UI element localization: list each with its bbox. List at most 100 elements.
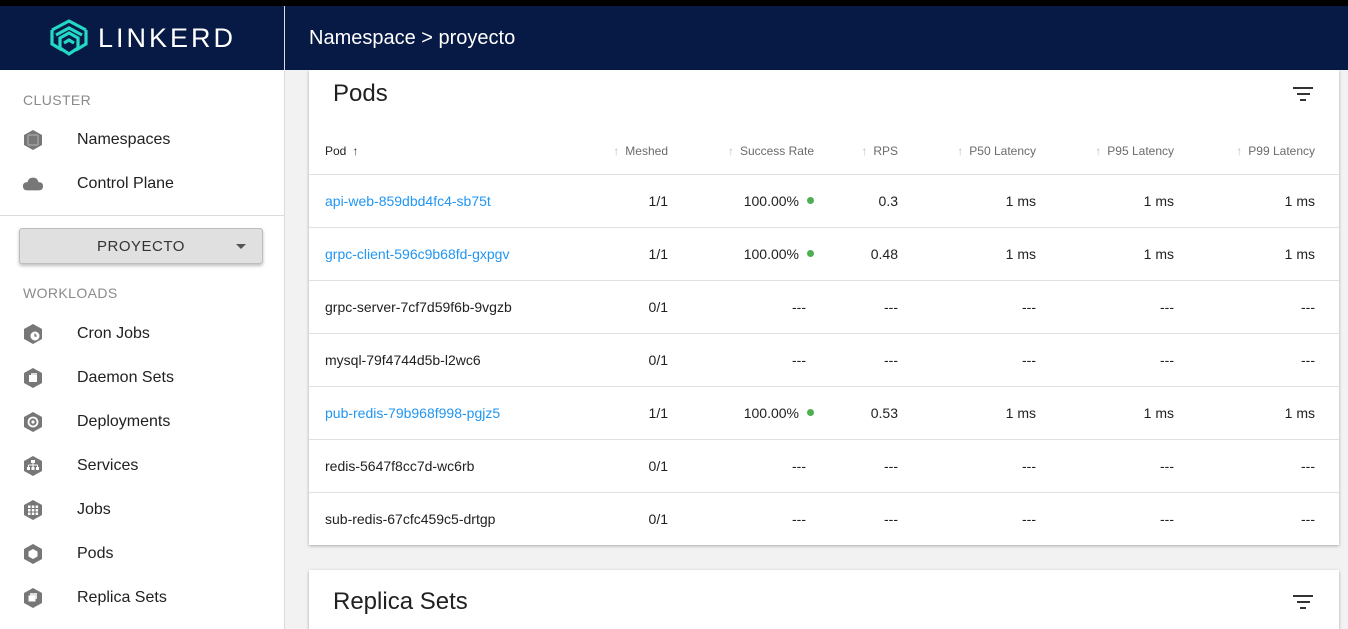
breadcrumb: Namespace > proyecto [309,26,516,49]
meshed-cell: 0/1 [599,280,692,334]
status-ok-dot-icon [807,250,814,258]
column-header-success-rate[interactable]: ↑ Success Rate [692,128,838,175]
replica-sets-icon [22,587,44,609]
namespaces-icon [22,129,44,151]
cluster-section-label: CLUSTER [23,92,92,108]
meshed-cell: 1/1 [599,227,692,281]
p99-latency-cell: --- [1198,333,1339,387]
p99-latency-cell: 1 ms [1198,227,1339,281]
pod-name-cell: sub-redis-67cfc459c5-drtgp [309,492,599,545]
sidebar-item-pods[interactable]: Pods [0,532,284,576]
success-rate-cell: --- [692,439,838,493]
sort-arrow-up-icon: ↑ [727,143,734,158]
services-icon [22,455,44,477]
p99-latency-cell: --- [1301,510,1315,527]
rps-cell: 0.3 [838,174,922,228]
sidebar-item-label: Cron Jobs [77,325,150,342]
filter-icon[interactable] [1293,87,1313,101]
p50-latency-cell: 1 ms [922,174,1060,228]
success-rate-cell: 100.00% [692,174,838,228]
filter-icon[interactable] [1293,595,1313,609]
column-header-pod[interactable]: Pod ↑ [309,128,599,175]
sidebar-item-label: Replica Sets [77,589,167,606]
sort-arrow-up-icon: ↑ [1236,143,1243,158]
pod-name: mysql-79f4744d5b-l2wc6 [325,351,481,368]
success-rate-cell: --- [792,510,806,527]
pod-name-cell: grpc-client-596c9b68fd-gxpgv [309,227,599,281]
pod-link[interactable]: pub-redis-79b968f998-pgjz5 [325,405,500,421]
sidebar-item-label: Deployments [77,413,171,430]
pods-icon [22,543,44,565]
column-header-p50-latency[interactable]: ↑ P50 Latency [922,128,1060,175]
meshed-cell: 1/1 [599,386,692,440]
success-rate-cell: 100.00% [692,227,838,281]
rps-cell: --- [884,510,898,527]
column-header-meshed[interactable]: ↑ Meshed [599,128,692,175]
pods-title: Pods [333,80,388,107]
p50-latency-cell: 1 ms [922,386,1060,440]
pod-link[interactable]: grpc-client-596c9b68fd-gxpgv [325,246,509,262]
sidebar-item-jobs[interactable]: Jobs [0,488,284,532]
sidebar: LINKERD CLUSTER Namespaces Control Plane… [0,6,285,629]
cron-jobs-icon [22,323,44,345]
rps-cell: --- [838,439,922,493]
namespace-select-value: PROYECTO [97,237,185,255]
p95-latency-cell: --- [1060,280,1198,334]
meshed-cell: 0/1 [599,439,692,493]
sidebar-item-namespaces[interactable]: Namespaces [0,118,284,162]
table-header-row: Pod ↑ ↑ Meshed ↑ Success Rate ↑ RPS ↑ P50 Lat… [309,128,1339,175]
daemon-sets-icon [22,367,44,389]
p95-latency-cell: 1 ms [1060,386,1198,440]
pod-name: grpc-server-7cf7d59f6b-9vgzb [325,298,512,315]
status-ok-dot-icon [807,197,814,205]
status-ok-dot-icon [807,409,814,417]
sidebar-item-label: Jobs [77,501,111,518]
p95-latency-cell: --- [1060,333,1198,387]
p95-latency-cell: 1 ms [1060,174,1198,228]
jobs-icon [22,499,44,521]
sort-arrow-up-icon: ↑ [352,143,359,158]
sidebar-item-cron-jobs[interactable]: Cron Jobs [0,312,284,356]
sort-arrow-up-icon: ↑ [613,143,620,158]
success-rate-cell: 100.00% [692,386,838,440]
brand[interactable]: LINKERD [0,6,284,70]
p99-latency-cell: --- [1198,280,1339,334]
p99-latency-cell: 1 ms [1198,174,1339,228]
p50-latency-cell: --- [922,333,1060,387]
success-rate-cell: --- [692,280,838,334]
workloads-section-label: WORKLOADS [23,285,118,301]
pod-name-cell: grpc-server-7cf7d59f6b-9vgzb [309,280,599,334]
p99-latency-cell: 1 ms [1198,386,1339,440]
p50-latency-cell: --- [1022,510,1036,527]
table-row: grpc-client-596c9b68fd-gxpgv 1/1 100.00% 0.… [309,227,1339,281]
brand-name: LINKERD [97,22,237,53]
cloud-icon [22,173,44,195]
p99-latency-cell: --- [1198,439,1339,493]
meshed-cell: 0/1 [648,510,668,527]
column-header-p99-latency[interactable]: ↑ P99 Latency [1198,128,1339,175]
sidebar-item-services[interactable]: Services [0,444,284,488]
pods-card: Pods Pod ↑ ↑ Meshed ↑ Success Rate ↑ RPS ↑ P5… [309,70,1339,545]
column-header-p95-latency[interactable]: ↑ P95 Latency [1060,128,1198,175]
replica-sets-card: Replica Sets [309,570,1339,629]
pod-link[interactable]: api-web-859dbd4fc4-sb75t [325,193,491,209]
p95-latency-cell: --- [1060,439,1198,493]
table-row: api-web-859dbd4fc4-sb75t 1/1 100.00% 0.3 1 m… [309,174,1339,228]
sidebar-item-deployments[interactable]: Deployments [0,400,284,444]
pod-name-cell: redis-5647f8cc7d-wc6rb [309,439,599,493]
sidebar-item-label: Control Plane [77,175,174,192]
column-header-rps[interactable]: ↑ RPS [838,128,922,175]
pod-name: redis-5647f8cc7d-wc6rb [325,457,475,474]
p95-latency-cell: --- [1160,510,1174,527]
table-row: pub-redis-79b968f998-pgjz5 1/1 100.00% 0.53… [309,386,1339,440]
p50-latency-cell: --- [922,439,1060,493]
sidebar-item-replica-sets[interactable]: Replica Sets [0,576,284,620]
pods-table: Pod ↑ ↑ Meshed ↑ Success Rate ↑ RPS ↑ P50 Lat… [309,128,1339,545]
linkerd-logo-icon [50,19,88,56]
sidebar-item-control-plane[interactable]: Control Plane [0,162,284,206]
namespace-select[interactable]: PROYECTO [19,228,263,264]
table-row: grpc-server-7cf7d59f6b-9vgzb 0/1 --- --- ---… [309,280,1339,334]
sort-arrow-up-icon: ↑ [957,143,964,158]
sidebar-item-label: Services [77,457,139,474]
sidebar-item-daemon-sets[interactable]: Daemon Sets [0,356,284,400]
